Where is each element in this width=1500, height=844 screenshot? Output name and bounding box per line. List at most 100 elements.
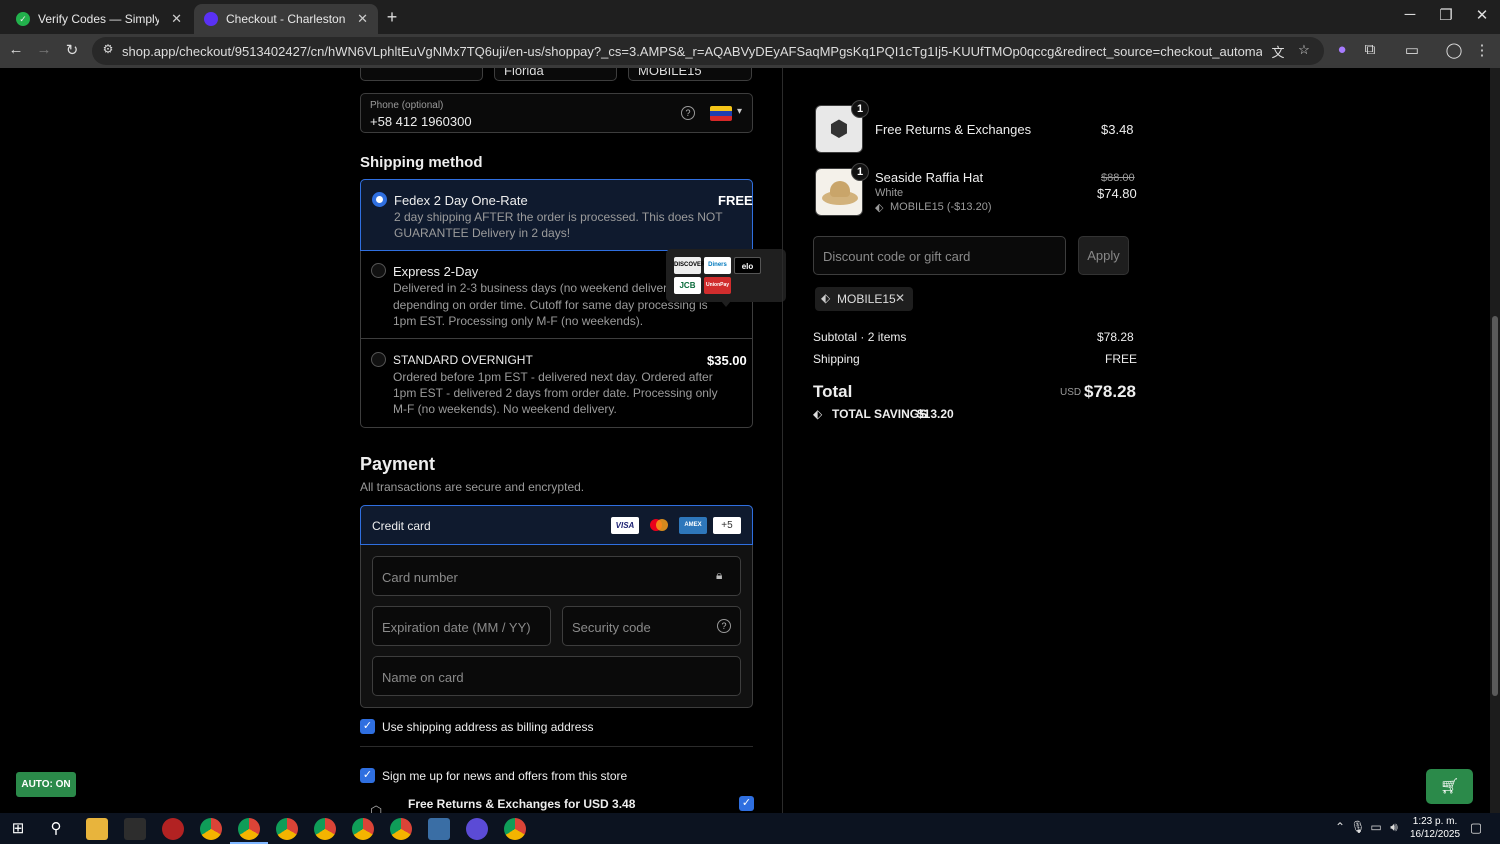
page-scrollbar[interactable] (1490, 68, 1500, 813)
auto-on-badge[interactable]: AUTO: ON (16, 772, 76, 797)
radio-selected[interactable] (372, 192, 387, 207)
phone-field[interactable]: Phone (optional) +58 412 1960300 ? ▾ (360, 93, 753, 133)
unionpay-logo: UnionPay (704, 277, 731, 294)
billing-label: Use shipping address as billing address (382, 720, 594, 734)
translate-icon[interactable]: 文 (1268, 42, 1288, 61)
discover-logo: DISCOVER (674, 257, 705, 274)
newsletter-label: Sign me up for news and offers from this… (382, 769, 628, 783)
menu-icon[interactable]: ⋮ (1472, 41, 1492, 59)
shipping-option-desc: 2 day shipping AFTER the order is proces… (394, 210, 723, 224)
savings-tag-icon: ⬖ (813, 407, 823, 421)
extensions-icon[interactable]: ⧉ (1360, 41, 1380, 58)
chrome-icon[interactable] (238, 818, 260, 840)
back-icon[interactable]: ← (6, 41, 26, 58)
item-name: Seaside Raffia Hat (875, 170, 984, 185)
app-icon[interactable] (428, 818, 450, 840)
newsletter-checkbox[interactable]: ✓ (360, 768, 375, 783)
tray-chevron-icon[interactable]: ⌃ (1330, 820, 1350, 834)
subtotal-label: Subtotal · 2 items (813, 330, 907, 344)
name-on-card-input[interactable]: Name on card (372, 656, 741, 696)
pycharm-icon[interactable] (124, 818, 146, 840)
microphone-icon[interactable]: 🎙︎ (1348, 820, 1368, 834)
item-original-price: $88.00 (1101, 172, 1135, 184)
volume-icon[interactable]: 🔊︎ (1384, 820, 1404, 835)
chrome-icon[interactable] (200, 818, 222, 840)
reload-icon[interactable]: ↻ (62, 41, 82, 59)
chrome-icon[interactable] (314, 818, 336, 840)
credit-card-option[interactable]: Credit card VISA AMEX +5 (360, 505, 753, 545)
column-divider (782, 68, 783, 813)
discount-code-input[interactable]: Discount code or gift card (813, 236, 1066, 275)
card-number-input[interactable]: Card number 🔒︎ (372, 556, 741, 596)
clock-time[interactable]: 1:23 p. m. (1412, 816, 1458, 827)
zip-value: MOBILE15 (638, 68, 702, 78)
apply-button[interactable]: Apply (1078, 236, 1129, 275)
shop-favicon-icon (204, 12, 218, 26)
help-icon[interactable]: ? (681, 106, 695, 120)
chrome-icon[interactable] (504, 818, 526, 840)
card-number-placeholder: Card number (382, 570, 458, 585)
discount-placeholder: Discount code or gift card (823, 249, 971, 264)
shipping-option-fedex[interactable]: Fedex 2 Day One-Rate FREE 2 day shipping… (360, 179, 753, 251)
billing-checkbox[interactable]: ✓ (360, 719, 375, 734)
chevron-down-icon[interactable]: ▾ (737, 106, 742, 117)
returns-offer-label: Free Returns & Exchanges for USD 3.48 (408, 797, 636, 811)
mastercard-logo (645, 517, 673, 534)
help-icon[interactable]: ? (717, 619, 731, 633)
close-window-icon[interactable]: ✕ (1472, 6, 1492, 24)
card-brands-tooltip: DISCOVER Diners elo JCB UnionPay (666, 249, 786, 307)
zip-field[interactable]: MOBILE15 (628, 68, 752, 81)
subtotal-value: $78.28 (1097, 330, 1134, 344)
forward-icon[interactable]: → (34, 41, 54, 58)
site-info-icon[interactable]: ⚙ (98, 42, 118, 56)
remove-discount-icon[interactable]: ✕ (895, 291, 905, 305)
file-explorer-icon[interactable] (86, 818, 108, 840)
network-icon[interactable]: ▭ (1366, 820, 1386, 834)
browser-toolbar: ← → ↻ ⚙ shop.app/checkout/9513402427/cn/… (0, 34, 1500, 68)
profile-icon[interactable]: ◯ (1444, 41, 1464, 59)
venezuela-flag-icon[interactable] (710, 106, 732, 121)
checkout-page: Florida MOBILE15 Phone (optional) +58 41… (0, 68, 1490, 813)
radio-unselected[interactable] (371, 263, 386, 278)
state-field[interactable]: Florida (494, 68, 617, 81)
chrome-icon[interactable] (390, 818, 412, 840)
minimize-icon[interactable]: ─ (1400, 6, 1420, 23)
windows-taskbar: ⊞ ⚲ ⌃ 🎙︎ ▭ 🔊︎ 1:23 p. m. 16/12/2025 ▢ (0, 813, 1500, 844)
visa-logo: VISA (611, 517, 639, 534)
tab-checkout[interactable]: Checkout - Charleston Shoe Co ✕ (194, 4, 378, 34)
item-price: $3.48 (1101, 122, 1134, 137)
security-code-input[interactable]: Security code ? (562, 606, 741, 646)
elo-logo: elo (734, 257, 761, 274)
diners-logo: Diners (704, 257, 731, 274)
app-red-icon[interactable] (162, 818, 184, 840)
search-icon[interactable]: ⚲ (46, 819, 66, 837)
chrome-icon[interactable] (276, 818, 298, 840)
windows-start-icon[interactable]: ⊞ (8, 819, 28, 837)
cart-extension-button[interactable]: 🛒︎ (1426, 769, 1473, 804)
expiry-input[interactable]: Expiration date (MM / YY) (372, 606, 551, 646)
address-bar[interactable]: ⚙ shop.app/checkout/9513402427/cn/hWN6VL… (92, 37, 1324, 65)
city-field[interactable] (360, 68, 483, 81)
bookmark-star-icon[interactable]: ☆ (1294, 42, 1314, 58)
app-icon[interactable] (466, 818, 488, 840)
scrollbar-thumb[interactable] (1492, 316, 1498, 696)
chrome-icon[interactable] (352, 818, 374, 840)
notifications-icon[interactable]: ▢ (1466, 820, 1486, 836)
clock-date[interactable]: 16/12/2025 (1408, 829, 1462, 840)
close-tab-icon[interactable]: ✕ (357, 11, 368, 27)
shipping-option-overnight[interactable]: STANDARD OVERNIGHT $35.00 Ordered before… (360, 339, 753, 427)
phone-label: Phone (optional) (370, 100, 444, 111)
simplycodes-favicon-icon: ✓ (16, 12, 30, 26)
state-value: Florida (504, 68, 544, 78)
close-tab-icon[interactable]: ✕ (171, 11, 182, 27)
restore-icon[interactable]: ❐ (1436, 6, 1456, 24)
returns-offer-checkbox[interactable]: ✓ (739, 796, 754, 811)
tab-search-icon[interactable]: ▭ (1402, 41, 1422, 59)
tab-simplycodes[interactable]: ✓ Verify Codes — SimplyCodes ✕ (6, 4, 192, 34)
extension-ai-icon[interactable]: ● (1332, 41, 1352, 58)
shipping-label: Shipping (813, 352, 860, 366)
new-tab-icon[interactable]: + (382, 7, 402, 28)
shipping-option-name: Express 2-Day (393, 264, 479, 279)
quantity-badge: 1 (851, 163, 869, 181)
radio-unselected[interactable] (371, 352, 386, 367)
